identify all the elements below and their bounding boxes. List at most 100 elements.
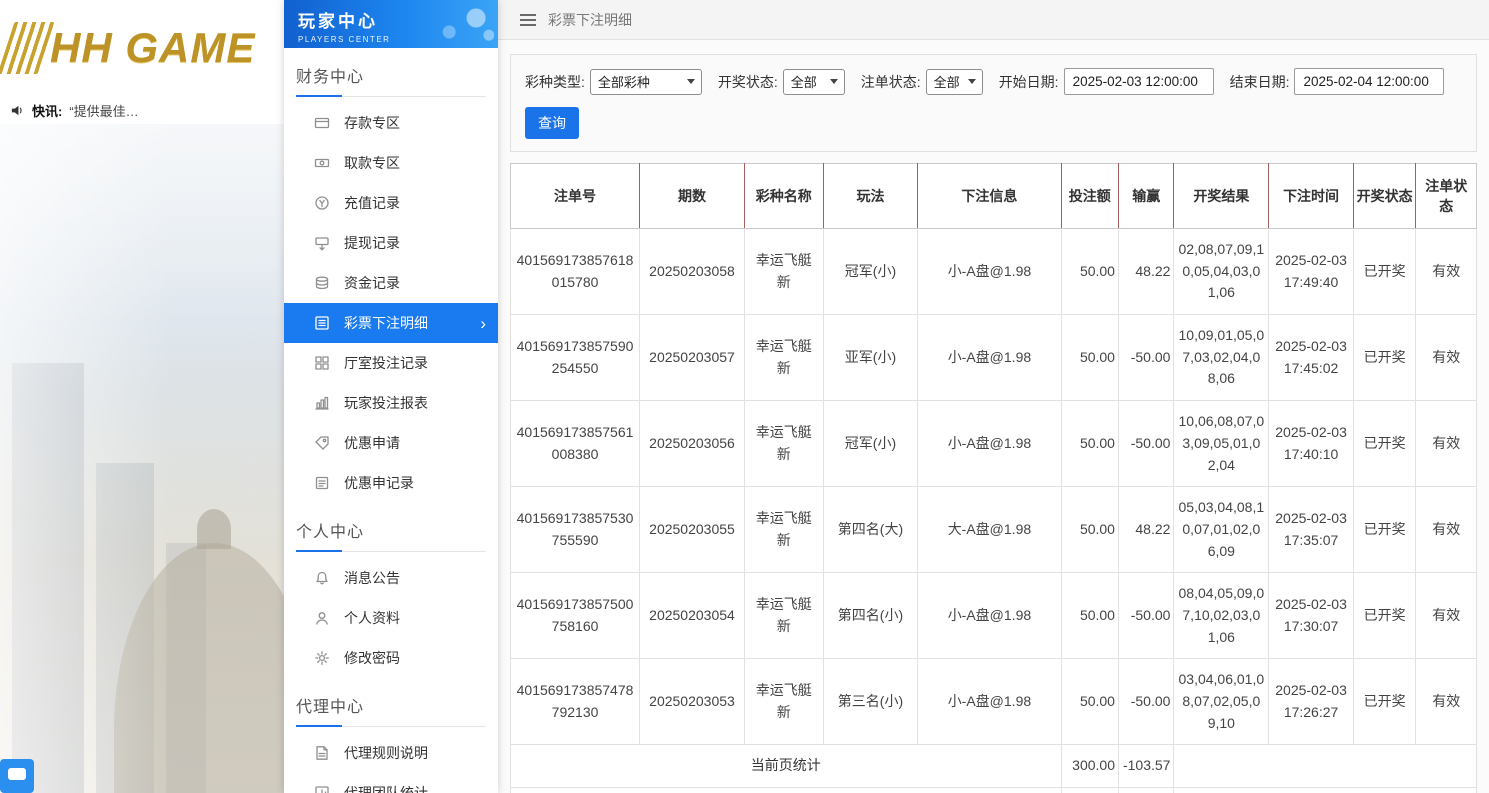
- table-row: 401569173857530755590 20250203055 幸运飞艇新 …: [509, 486, 1477, 574]
- cell-draw-result: 10,09,01,05,07,03,02,04,08,06: [1173, 314, 1270, 402]
- cell-draw-status: 已开奖: [1352, 486, 1417, 574]
- sidebar-item-funds-record[interactable]: 资金记录: [284, 263, 498, 303]
- cell-bet-info: 小-A盘@1.98: [917, 227, 1062, 316]
- sidebar-header: 玩家中心 PLAYERS CENTER: [284, 0, 498, 48]
- sidebar-item-label: 个人资料: [344, 610, 400, 626]
- start-date-label: 开始日期:: [998, 73, 1059, 90]
- lottery-type-value: 全部彩种: [597, 75, 650, 90]
- cell-bet-no: 401569173857478792130: [509, 658, 641, 746]
- sidebar-item-deposit[interactable]: 存款专区: [284, 103, 498, 143]
- sidebar-item-label: 存款专区: [344, 115, 400, 131]
- cell-bet-amount: 50.00: [1060, 486, 1119, 574]
- sidebar-item-agent-rules[interactable]: 代理规则说明: [284, 733, 498, 773]
- draw-status-value: 全部: [790, 75, 817, 90]
- total-summary-amount: 300.00: [1060, 787, 1119, 793]
- cell-draw-result: 03,04,06,01,08,07,02,05,09,10: [1173, 658, 1270, 746]
- page-summary-label: 当前页统计: [510, 744, 1062, 789]
- start-date-input[interactable]: [1063, 68, 1214, 95]
- customer-service-widget[interactable]: [0, 759, 34, 793]
- chevron-down-icon: [967, 79, 976, 84]
- sidebar-item-announcements[interactable]: 消息公告: [284, 558, 498, 598]
- cell-draw-result: 02,08,07,09,10,05,04,03,01,06: [1173, 227, 1270, 316]
- lottery-type-select[interactable]: 全部彩种: [589, 68, 702, 95]
- sidebar-item-promo-apply[interactable]: 优惠申请: [284, 423, 498, 463]
- cell-bet-status: 有效: [1415, 227, 1477, 316]
- column-header-period: 期数: [639, 163, 745, 229]
- cell-bet-time: 2025-02-03 17:26:27: [1268, 658, 1354, 746]
- player-report-icon: [315, 396, 329, 410]
- table-row: 401569173857478792130 20250203053 幸运飞艇新 …: [509, 658, 1477, 746]
- cell-lottery-name: 幸运飞艇新: [743, 572, 824, 660]
- page-summary-row: 当前页统计 300.00 -103.57: [510, 744, 1477, 789]
- cell-draw-result: 05,03,04,08,10,07,01,02,06,09: [1173, 486, 1270, 574]
- sidebar-item-player-bet-report[interactable]: 玩家投注报表: [284, 383, 498, 423]
- cell-period: 20250203053: [639, 658, 745, 746]
- funds-record-icon: [315, 276, 329, 290]
- cell-bet-status: 有效: [1415, 400, 1477, 488]
- sidebar-item-cashout-record[interactable]: 提现记录: [284, 223, 498, 263]
- column-header-draw-status: 开奖状态: [1352, 163, 1417, 229]
- cell-draw-status: 已开奖: [1352, 400, 1417, 488]
- sidebar-item-hall-bet-record[interactable]: 厅室投注记录: [284, 343, 498, 383]
- cell-bet-info: 小-A盘@1.98: [917, 572, 1062, 660]
- cell-win-loss: 48.22: [1117, 227, 1175, 316]
- table-header-row: 注单号 期数 彩种名称 玩法 下注信息 投注额 输赢 开奖结果 下注时间 开奖状…: [509, 163, 1477, 229]
- sidebar-item-agent-team-stats[interactable]: 代理团队统计: [284, 773, 498, 793]
- background-photo: [0, 124, 284, 793]
- table-row: 401569173857590254550 20250203057 幸运飞艇新 …: [509, 314, 1477, 402]
- column-header-bet-amount: 投注额: [1060, 163, 1119, 229]
- cell-bet-time: 2025-02-03 17:30:07: [1268, 572, 1354, 660]
- column-header-bet-time: 下注时间: [1268, 163, 1354, 229]
- page-summary-amount: 300.00: [1060, 744, 1119, 789]
- brand-logo: HH GAME: [0, 0, 284, 96]
- cell-play-method: 冠军(小): [822, 400, 919, 488]
- password-gear-icon: [315, 651, 329, 665]
- section-heading-finance: 财务中心: [296, 63, 486, 97]
- cell-bet-amount: 50.00: [1060, 227, 1119, 316]
- table-row: 401569173857500758160 20250203054 幸运飞艇新 …: [509, 572, 1477, 660]
- ticker-label: 快讯:: [32, 103, 63, 119]
- cell-draw-result: 08,04,05,09,07,10,02,03,01,06: [1173, 572, 1270, 660]
- sidebar-item-label: 代理规则说明: [344, 745, 428, 761]
- cell-play-method: 第三名(小): [822, 658, 919, 746]
- cell-bet-amount: 50.00: [1060, 572, 1119, 660]
- news-ticker: 快讯: “提供最佳…: [0, 96, 284, 124]
- cell-bet-status: 有效: [1415, 658, 1477, 746]
- sidebar-item-profile[interactable]: 个人资料: [284, 598, 498, 638]
- cell-win-loss: -50.00: [1117, 658, 1175, 746]
- decorative-bubbles: [430, 4, 494, 44]
- sidebar-item-change-password[interactable]: 修改密码: [284, 638, 498, 678]
- bet-status-select[interactable]: 全部: [925, 68, 983, 95]
- page-summary-empty: [1173, 744, 1477, 789]
- draw-status-select[interactable]: 全部: [782, 68, 845, 95]
- column-header-play-method: 玩法: [822, 163, 919, 229]
- sidebar-item-label: 优惠申记录: [344, 475, 414, 491]
- cell-bet-status: 有效: [1415, 314, 1477, 402]
- total-summary-empty: [1173, 787, 1477, 793]
- cell-lottery-name: 幸运飞艇新: [743, 658, 824, 746]
- cell-win-loss: -50.00: [1117, 572, 1175, 660]
- cell-bet-no: 401569173857618015780: [509, 227, 641, 316]
- cell-bet-no: 401569173857590254550: [509, 314, 641, 402]
- agent-rules-icon: [316, 746, 328, 760]
- hall-record-icon: [315, 356, 329, 370]
- sidebar-item-recharge-record[interactable]: 充值记录: [284, 183, 498, 223]
- page-summary-win-loss: -103.57: [1117, 744, 1175, 789]
- column-header-win-loss: 输赢: [1117, 163, 1175, 229]
- profile-icon: [316, 612, 328, 625]
- sidebar-item-withdraw[interactable]: 取款专区: [284, 143, 498, 183]
- menu-icon[interactable]: [520, 13, 536, 26]
- query-button[interactable]: 查询: [525, 107, 579, 139]
- sidebar-item-lottery-bet-detail[interactable]: 彩票下注明细 ›: [284, 303, 498, 343]
- sidebar-item-promo-record[interactable]: 优惠申记录: [284, 463, 498, 503]
- cell-draw-status: 已开奖: [1352, 314, 1417, 402]
- cell-lottery-name: 幸运飞艇新: [743, 486, 824, 574]
- column-header-bet-no: 注单号: [509, 163, 641, 229]
- chevron-down-icon: [829, 79, 838, 84]
- promo-apply-icon: [315, 436, 329, 450]
- cell-bet-time: 2025-02-03 17:35:07: [1268, 486, 1354, 574]
- cell-bet-info: 小-A盘@1.98: [917, 658, 1062, 746]
- total-summary-win-loss: -103.57: [1117, 787, 1175, 793]
- end-date-input[interactable]: [1294, 68, 1445, 95]
- page-title: 彩票下注明细: [548, 11, 632, 28]
